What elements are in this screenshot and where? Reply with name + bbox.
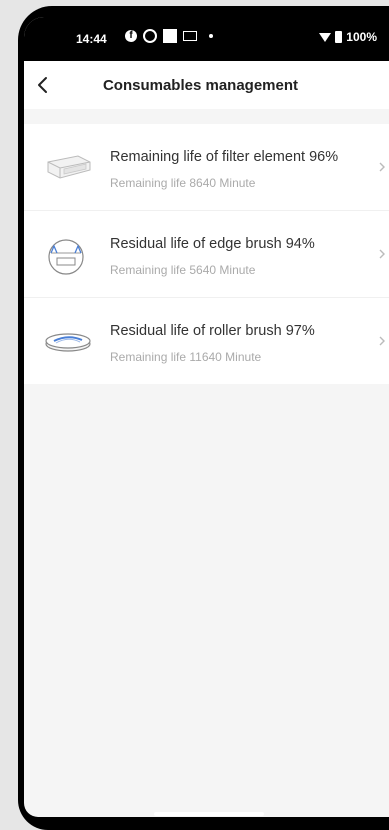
system-icons: 100%	[319, 30, 377, 44]
mail-icon	[183, 31, 197, 41]
item-subtitle: Remaining life 5640 Minute	[110, 263, 256, 277]
list-item-edge-brush[interactable]: Residual life of edge brush 94% Remainin…	[24, 211, 389, 298]
item-subtitle: Remaining life 8640 Minute	[110, 176, 256, 190]
item-title: Residual life of edge brush 94%	[110, 236, 315, 252]
home-indicator[interactable]	[154, 812, 264, 816]
page-title: Consumables management	[102, 77, 299, 94]
chevron-right-icon	[379, 162, 385, 172]
notification-icons: f	[125, 29, 213, 43]
facebook-icon: f	[125, 30, 137, 42]
item-title: Residual life of roller brush 97%	[110, 323, 315, 339]
item-subtitle: Remaining life 11640 Minute	[110, 350, 262, 364]
dot-icon	[209, 34, 213, 38]
item-title: Remaining life of filter element 96%	[110, 149, 339, 165]
top-navigation-bar: Consumables management	[24, 61, 389, 109]
app-screen: 14:44 f 100% Consumables management Rema…	[24, 17, 389, 817]
chevron-right-icon	[379, 336, 385, 346]
battery-icon	[335, 31, 343, 43]
ring-icon	[143, 29, 157, 43]
square-icon	[163, 29, 177, 43]
wifi-icon	[319, 32, 332, 42]
filter-element-icon	[47, 155, 91, 179]
list-item-filter-element[interactable]: Remaining life of filter element 96% Rem…	[24, 124, 389, 211]
list-item-roller-brush[interactable]: Residual life of roller brush 97% Remain…	[24, 298, 389, 384]
status-bar: 14:44 f 100%	[24, 17, 389, 61]
status-time: 14:44	[76, 32, 107, 46]
chevron-right-icon	[379, 249, 385, 259]
roller-brush-icon	[45, 333, 91, 352]
battery-percentage: 100%	[346, 30, 377, 44]
consumables-list: Remaining life of filter element 96% Rem…	[24, 124, 389, 384]
edge-brush-icon	[48, 239, 84, 275]
